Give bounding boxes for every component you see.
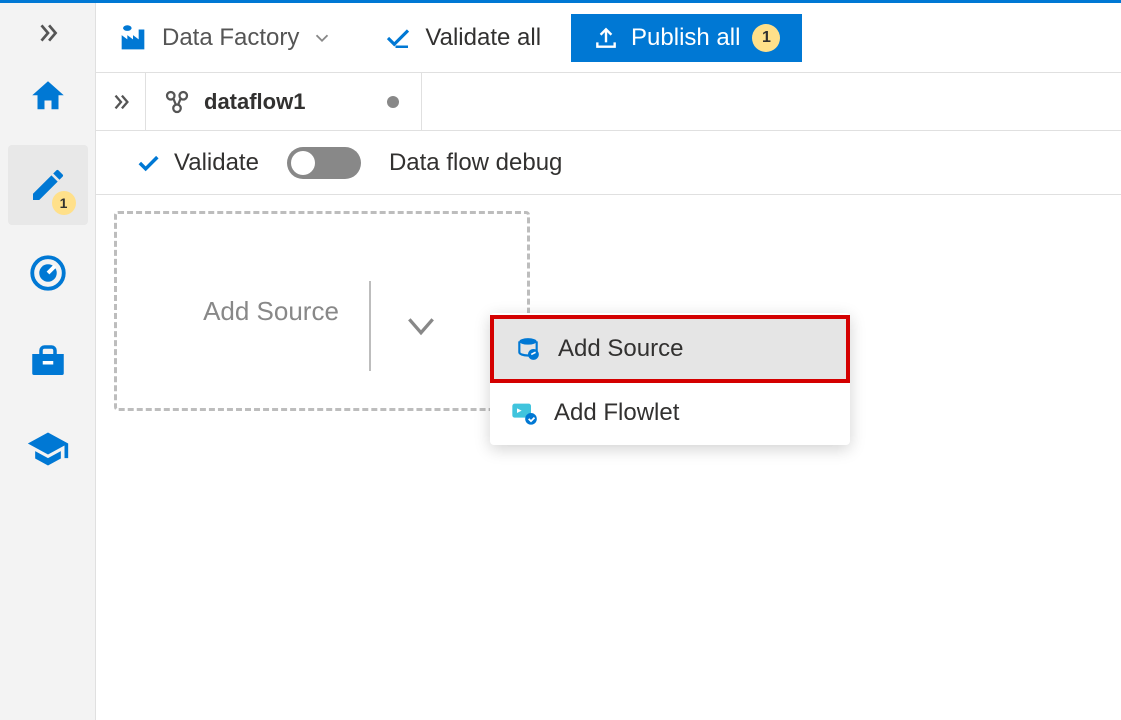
menu-add-flowlet[interactable]: Add Flowlet: [490, 383, 850, 443]
database-icon: [514, 335, 542, 363]
home-icon: [27, 76, 69, 118]
add-source-placeholder[interactable]: Add Source: [114, 211, 530, 411]
unsaved-dot-icon: [387, 96, 399, 108]
top-toolbar: Data Factory Validate all Publish all 1: [96, 3, 1121, 73]
menu-add-flowlet-label: Add Flowlet: [554, 399, 679, 427]
nav-home[interactable]: [8, 57, 88, 137]
dataflow-canvas[interactable]: Add Source Add Source Add Flow: [96, 195, 1121, 720]
debug-toggle[interactable]: [287, 147, 361, 179]
validate-all-label: Validate all: [425, 24, 541, 52]
data-factory-icon: [116, 21, 150, 55]
publish-count-badge: 1: [752, 24, 780, 52]
tab-title: dataflow1: [204, 89, 305, 115]
toggle-knob: [291, 151, 315, 175]
nav-learn[interactable]: [8, 409, 88, 489]
upload-icon: [593, 25, 619, 51]
gauge-icon: [27, 252, 69, 294]
flow-toolbar: Validate Data flow debug: [96, 131, 1121, 195]
author-badge: 1: [52, 191, 76, 215]
nav-author[interactable]: 1: [8, 145, 88, 225]
nav-manage[interactable]: [8, 321, 88, 401]
checkmark-icon: [134, 149, 162, 177]
left-nav-rail: 1: [0, 3, 96, 720]
publish-all-button[interactable]: Publish all 1: [571, 14, 802, 62]
checkmark-list-icon: [383, 23, 413, 53]
tab-dataflow1[interactable]: dataflow1: [146, 73, 422, 130]
validate-label: Validate: [174, 149, 259, 177]
publish-label: Publish all: [631, 24, 740, 52]
add-source-label: Add Source: [203, 296, 339, 327]
chevron-right-double-icon: [110, 91, 132, 113]
validate-button[interactable]: Validate: [134, 149, 259, 177]
menu-add-source-label: Add Source: [558, 335, 683, 363]
tab-row: dataflow1: [96, 73, 1121, 131]
dataflow-icon: [162, 87, 192, 117]
chevron-down-icon: [401, 306, 441, 346]
brand-label: Data Factory: [162, 24, 299, 52]
brand-switcher[interactable]: Data Factory: [116, 21, 333, 55]
chevron-down-icon: [311, 27, 333, 49]
chevron-right-double-icon: [35, 20, 61, 46]
rail-expand-button[interactable]: [0, 13, 95, 53]
tabrow-expand-button[interactable]: [96, 73, 146, 130]
flowlet-icon: [510, 399, 538, 427]
validate-all-button[interactable]: Validate all: [383, 23, 541, 53]
graduation-cap-icon: [26, 427, 70, 471]
divider: [369, 281, 371, 371]
toolbox-icon: [27, 340, 69, 382]
menu-add-source[interactable]: Add Source: [490, 315, 850, 383]
add-source-menu: Add Source Add Flowlet: [490, 313, 850, 445]
nav-monitor[interactable]: [8, 233, 88, 313]
debug-toggle-label: Data flow debug: [389, 149, 562, 177]
